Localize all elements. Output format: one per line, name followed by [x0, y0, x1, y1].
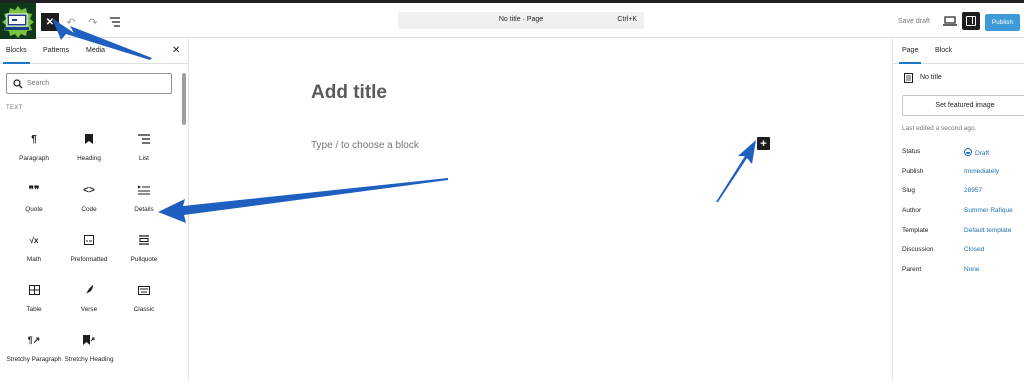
- template-value[interactable]: Default template: [964, 227, 1011, 234]
- inserter-tabs: Blocks Patterns Media ✕: [0, 39, 188, 64]
- block-details[interactable]: Details: [116, 183, 172, 227]
- block-math[interactable]: √x Math: [6, 233, 62, 277]
- verse-icon: [61, 283, 117, 297]
- block-label: Classic: [133, 306, 155, 313]
- template-label: Template: [902, 227, 929, 234]
- block-paragraph[interactable]: ¶ Paragraph: [6, 132, 62, 176]
- block-label: Stretchy Heading: [64, 356, 114, 363]
- math-icon: √x: [29, 235, 39, 245]
- block-stretchy-paragraph[interactable]: ¶↗ Stretchy Paragraph: [6, 333, 62, 377]
- quote-icon: ❞❞: [28, 184, 40, 196]
- sidebar-icon: [966, 16, 976, 26]
- block-label: Pullquote: [130, 256, 158, 263]
- block-label: Heading: [77, 155, 101, 162]
- document-title: No title: [920, 74, 942, 81]
- command-shortcut: Ctrl+K: [617, 16, 637, 23]
- settings-tabs: Page Block: [893, 39, 1024, 64]
- code-icon: <>: [83, 184, 95, 196]
- author-label: Author: [902, 207, 922, 214]
- publish-button[interactable]: Publish: [985, 14, 1020, 31]
- author-value[interactable]: Summer Rafique: [964, 207, 1013, 214]
- tab-media[interactable]: Media: [86, 47, 105, 54]
- block-label: Quote: [25, 206, 43, 213]
- redo-icon[interactable]: ↷: [86, 15, 100, 29]
- block-inserter-panel: Blocks Patterns Media ✕ Search TEXT ¶ Pa…: [0, 39, 189, 381]
- close-inserter-button[interactable]: ✕: [41, 13, 59, 31]
- document-overview-icon[interactable]: [108, 15, 122, 29]
- settings-sidebar: Page Block No title Set featured image L…: [892, 39, 1024, 381]
- site-logo-icon[interactable]: [0, 3, 36, 39]
- title-input[interactable]: Add title: [311, 82, 387, 104]
- stretchy-paragraph-icon: ¶↗: [27, 334, 41, 345]
- block-heading[interactable]: Heading: [61, 132, 117, 176]
- last-edited-text: Last edited a second ago.: [902, 125, 977, 132]
- editor-canvas: Add title Type / to choose a block +: [190, 39, 892, 381]
- command-title: No title · Page: [498, 16, 544, 23]
- block-search-input[interactable]: Search: [6, 73, 172, 94]
- block-label: Preformatted: [70, 256, 108, 263]
- block-classic[interactable]: Classic: [116, 283, 172, 327]
- search-icon: [13, 79, 23, 89]
- discussion-label: Discussion: [902, 246, 934, 253]
- page-icon: [904, 73, 913, 83]
- tab-page[interactable]: Page: [898, 47, 922, 64]
- parent-value[interactable]: None: [964, 266, 980, 273]
- save-draft-button[interactable]: Save draft: [898, 18, 930, 25]
- block-label: Details: [134, 206, 154, 213]
- status-label: Status: [902, 148, 921, 155]
- table-icon: [6, 283, 62, 297]
- preformatted-icon: [61, 233, 117, 247]
- block-label: Paragraph: [19, 155, 49, 162]
- section-label-text: TEXT: [6, 105, 23, 111]
- undo-icon[interactable]: ↶: [64, 15, 78, 29]
- preview-device-icon[interactable]: [943, 15, 957, 27]
- heading-icon: [61, 132, 117, 146]
- list-icon: [116, 132, 172, 146]
- block-quote[interactable]: ❞❞ Quote: [6, 183, 62, 227]
- status-value[interactable]: Draft: [964, 148, 989, 157]
- block-verse[interactable]: Verse: [61, 283, 117, 327]
- block-label: Math: [26, 256, 42, 263]
- block-label: List: [139, 155, 149, 162]
- block-label: Stretchy Paragraph: [6, 356, 62, 363]
- stretchy-heading-icon: [61, 333, 117, 347]
- add-block-button[interactable]: +: [757, 137, 770, 150]
- block-preformatted[interactable]: Preformatted: [61, 233, 117, 277]
- parent-label: Parent: [902, 266, 922, 273]
- settings-sidebar-toggle[interactable]: [962, 12, 980, 30]
- classic-icon: [116, 283, 172, 297]
- slug-value[interactable]: 28957: [964, 187, 982, 194]
- tab-patterns[interactable]: Patterns: [43, 47, 69, 54]
- tab-block[interactable]: Block: [935, 47, 952, 54]
- search-placeholder: Search: [27, 80, 50, 87]
- scrollbar[interactable]: [182, 73, 186, 125]
- block-list[interactable]: List: [116, 132, 172, 176]
- block-code[interactable]: <> Code: [61, 183, 117, 227]
- slug-label: Slug: [902, 187, 916, 194]
- block-label: Table: [26, 306, 42, 313]
- block-placeholder[interactable]: Type / to choose a block: [311, 140, 419, 151]
- block-pullquote[interactable]: Pullquote: [116, 233, 172, 277]
- close-icon[interactable]: ✕: [172, 45, 180, 56]
- tab-blocks[interactable]: Blocks: [3, 47, 30, 64]
- block-stretchy-heading[interactable]: Stretchy Heading: [61, 333, 117, 377]
- block-label: Verse: [80, 306, 98, 313]
- discussion-value[interactable]: Closed: [964, 246, 984, 253]
- command-palette-bar[interactable]: No title · Page Ctrl+K: [398, 12, 644, 29]
- set-featured-image-button[interactable]: Set featured image: [902, 95, 1024, 116]
- publish-value[interactable]: Immediately: [964, 168, 999, 175]
- paragraph-icon: ¶: [31, 133, 37, 145]
- editor-toolbar: ✕ ↶ ↷ No title · Page Ctrl+K Save draft …: [0, 3, 1024, 39]
- publish-label: Publish: [902, 168, 924, 175]
- pullquote-icon: [116, 233, 172, 247]
- block-table[interactable]: Table: [6, 283, 62, 327]
- draft-status-icon: [964, 148, 972, 156]
- details-icon: [116, 183, 172, 197]
- block-label: Code: [81, 206, 97, 213]
